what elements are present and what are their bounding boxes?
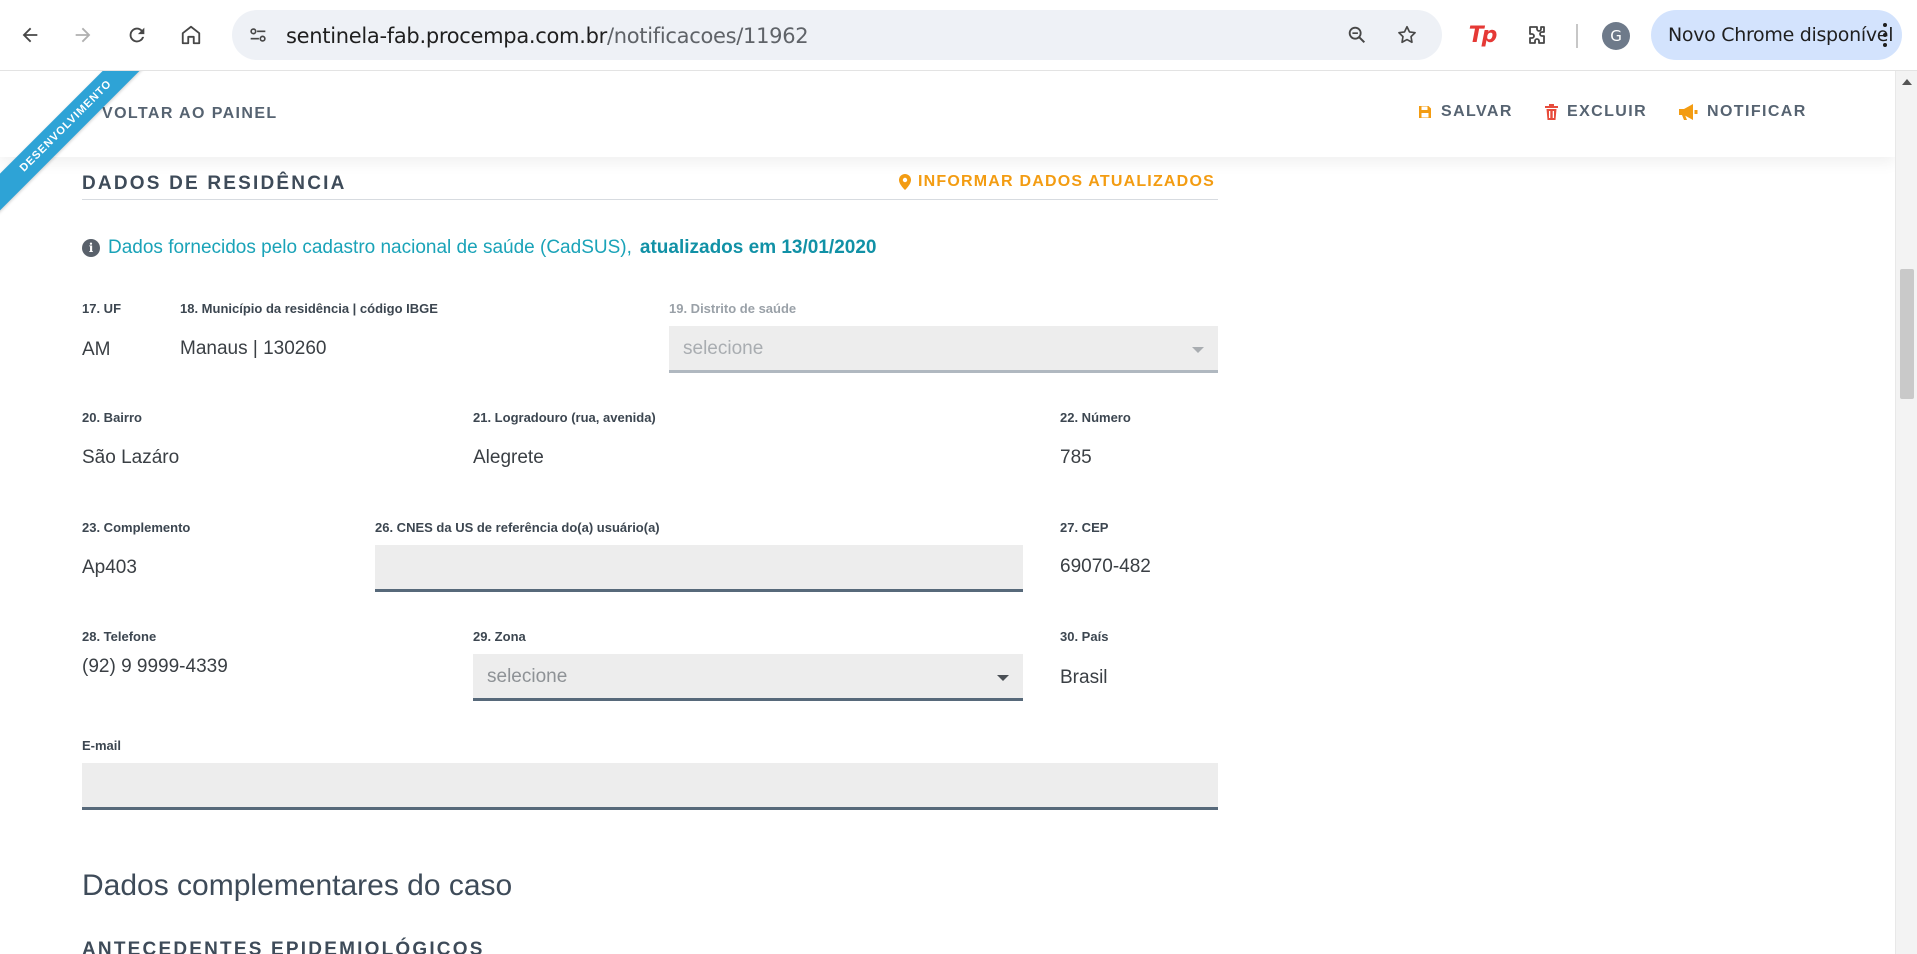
map-marker-icon bbox=[899, 174, 911, 190]
cnes-input[interactable] bbox=[375, 545, 1023, 592]
complemento-value: Ap403 bbox=[82, 557, 137, 578]
zoom-icon[interactable] bbox=[1343, 21, 1371, 49]
distrito-label: 19. Distrito de saúde bbox=[669, 301, 797, 316]
notify-button[interactable]: NOTIFICAR bbox=[1678, 103, 1807, 121]
zona-select[interactable]: selecione bbox=[473, 654, 1023, 701]
chevron-down-icon bbox=[1192, 347, 1204, 353]
numero-value: 785 bbox=[1060, 447, 1092, 468]
save-label: SALVAR bbox=[1441, 103, 1513, 120]
browser-toolbar: sentinela-fab.procempa.com.br/notificaco… bbox=[0, 0, 1917, 71]
section-divider bbox=[82, 199, 1218, 200]
page-scrollbar[interactable] bbox=[1895, 71, 1917, 954]
telefone-label: 28. Telefone bbox=[82, 629, 157, 644]
email-field[interactable] bbox=[82, 763, 1218, 810]
epidemiological-section-title: ANTECEDENTES EPIDEMIOLÓGICOS bbox=[82, 939, 485, 954]
toolbar-separator bbox=[1576, 24, 1578, 48]
distrito-select[interactable]: selecione bbox=[669, 326, 1218, 373]
extensions-puzzle-icon[interactable] bbox=[1519, 17, 1555, 53]
chrome-update-button[interactable]: Novo Chrome disponível bbox=[1651, 10, 1902, 60]
delete-button[interactable]: EXCLUIR bbox=[1545, 103, 1647, 121]
reload-icon bbox=[129, 27, 145, 43]
info-icon: i bbox=[82, 239, 100, 257]
megaphone-icon bbox=[1679, 104, 1698, 120]
delete-label: EXCLUIR bbox=[1567, 103, 1648, 120]
cep-value: 69070-482 bbox=[1060, 556, 1151, 577]
uf-label: 17. UF bbox=[82, 301, 122, 316]
url-domain: sentinela-fab.procempa.com.br bbox=[286, 24, 607, 48]
complemento-label: 23. Complemento bbox=[82, 520, 191, 535]
cnes-label: 26. CNES da US de referência do(a) usuár… bbox=[375, 520, 660, 535]
pais-value: Brasil bbox=[1060, 667, 1108, 688]
logradouro-value: Alegrete bbox=[473, 447, 544, 468]
telefone-value: (92) 9 9999-4339 bbox=[82, 656, 228, 677]
profile-avatar[interactable]: G bbox=[1602, 22, 1630, 50]
municipio-value: Manaus | 130260 bbox=[180, 338, 327, 359]
numero-label: 22. Número bbox=[1060, 410, 1131, 425]
update-label: Novo Chrome disponível bbox=[1668, 24, 1894, 46]
floppy-disk-icon bbox=[1419, 106, 1431, 118]
bookmark-star-icon[interactable] bbox=[1393, 21, 1421, 49]
arrow-left-icon bbox=[22, 27, 38, 43]
info-updated-date: atualizados em 13/01/2020 bbox=[639, 237, 877, 258]
uf-value: AM bbox=[82, 339, 111, 360]
url-text[interactable]: sentinela-fab.procempa.com.br/notificaco… bbox=[286, 24, 809, 48]
site-settings-icon[interactable] bbox=[244, 21, 272, 49]
section-title: DADOS DE RESIDÊNCIA bbox=[82, 173, 347, 194]
extension-tp-icon[interactable]: Tp bbox=[1464, 17, 1500, 53]
pais-label: 30. País bbox=[1060, 629, 1109, 644]
update-data-link[interactable]: INFORMAR DADOS ATUALIZADOS bbox=[899, 173, 1215, 191]
more-menu-icon[interactable] bbox=[1882, 23, 1888, 47]
back-button[interactable] bbox=[10, 15, 50, 55]
bairro-value: São Lazáro bbox=[82, 447, 180, 468]
logradouro-label: 21. Logradouro (rua, avenida) bbox=[473, 410, 656, 425]
chevron-down-icon bbox=[997, 675, 1009, 681]
complementary-section-title: Dados complementares do caso bbox=[82, 869, 513, 902]
home-icon bbox=[181, 25, 201, 45]
cep-label: 27. CEP bbox=[1060, 520, 1109, 535]
scrollbar-thumb[interactable] bbox=[1900, 269, 1914, 399]
forward-button[interactable] bbox=[63, 15, 103, 55]
reload-button[interactable] bbox=[117, 15, 157, 55]
back-to-panel-link[interactable]: VOLTAR AO PAINEL bbox=[102, 105, 278, 123]
trash-icon bbox=[1545, 104, 1558, 120]
page-action-bar: VOLTAR AO PAINEL SALVAR EXCLUIR NOTIFICA… bbox=[0, 71, 1895, 157]
save-button[interactable]: SALVAR bbox=[1418, 103, 1513, 121]
notify-label: NOTIFICAR bbox=[1707, 103, 1807, 120]
bairro-label: 20. Bairro bbox=[82, 410, 142, 425]
form-content: DADOS DE RESIDÊNCIA INFORMAR DADOS ATUAL… bbox=[0, 71, 1895, 954]
cadsus-info: i Dados fornecidos pelo cadastro naciona… bbox=[82, 237, 876, 259]
zona-label: 29. Zona bbox=[473, 629, 526, 644]
update-data-label: INFORMAR DADOS ATUALIZADOS bbox=[918, 173, 1215, 190]
home-button[interactable] bbox=[171, 15, 211, 55]
zona-placeholder: selecione bbox=[487, 666, 568, 687]
url-path: /notificacoes/11962 bbox=[606, 24, 809, 48]
address-bar[interactable]: sentinela-fab.procempa.com.br/notificaco… bbox=[232, 10, 1442, 60]
page-viewport: DESENVOLVIMENTO VOLTAR AO PAINEL SALVAR … bbox=[0, 71, 1895, 954]
info-text: Dados fornecidos pelo cadastro nacional … bbox=[108, 237, 632, 258]
distrito-placeholder: selecione bbox=[683, 338, 764, 359]
municipio-label: 18. Município da residência | código IBG… bbox=[180, 301, 438, 316]
arrow-right-icon bbox=[75, 27, 91, 43]
email-label: E-mail bbox=[82, 738, 122, 753]
scroll-up-arrow-icon[interactable] bbox=[1902, 79, 1912, 85]
